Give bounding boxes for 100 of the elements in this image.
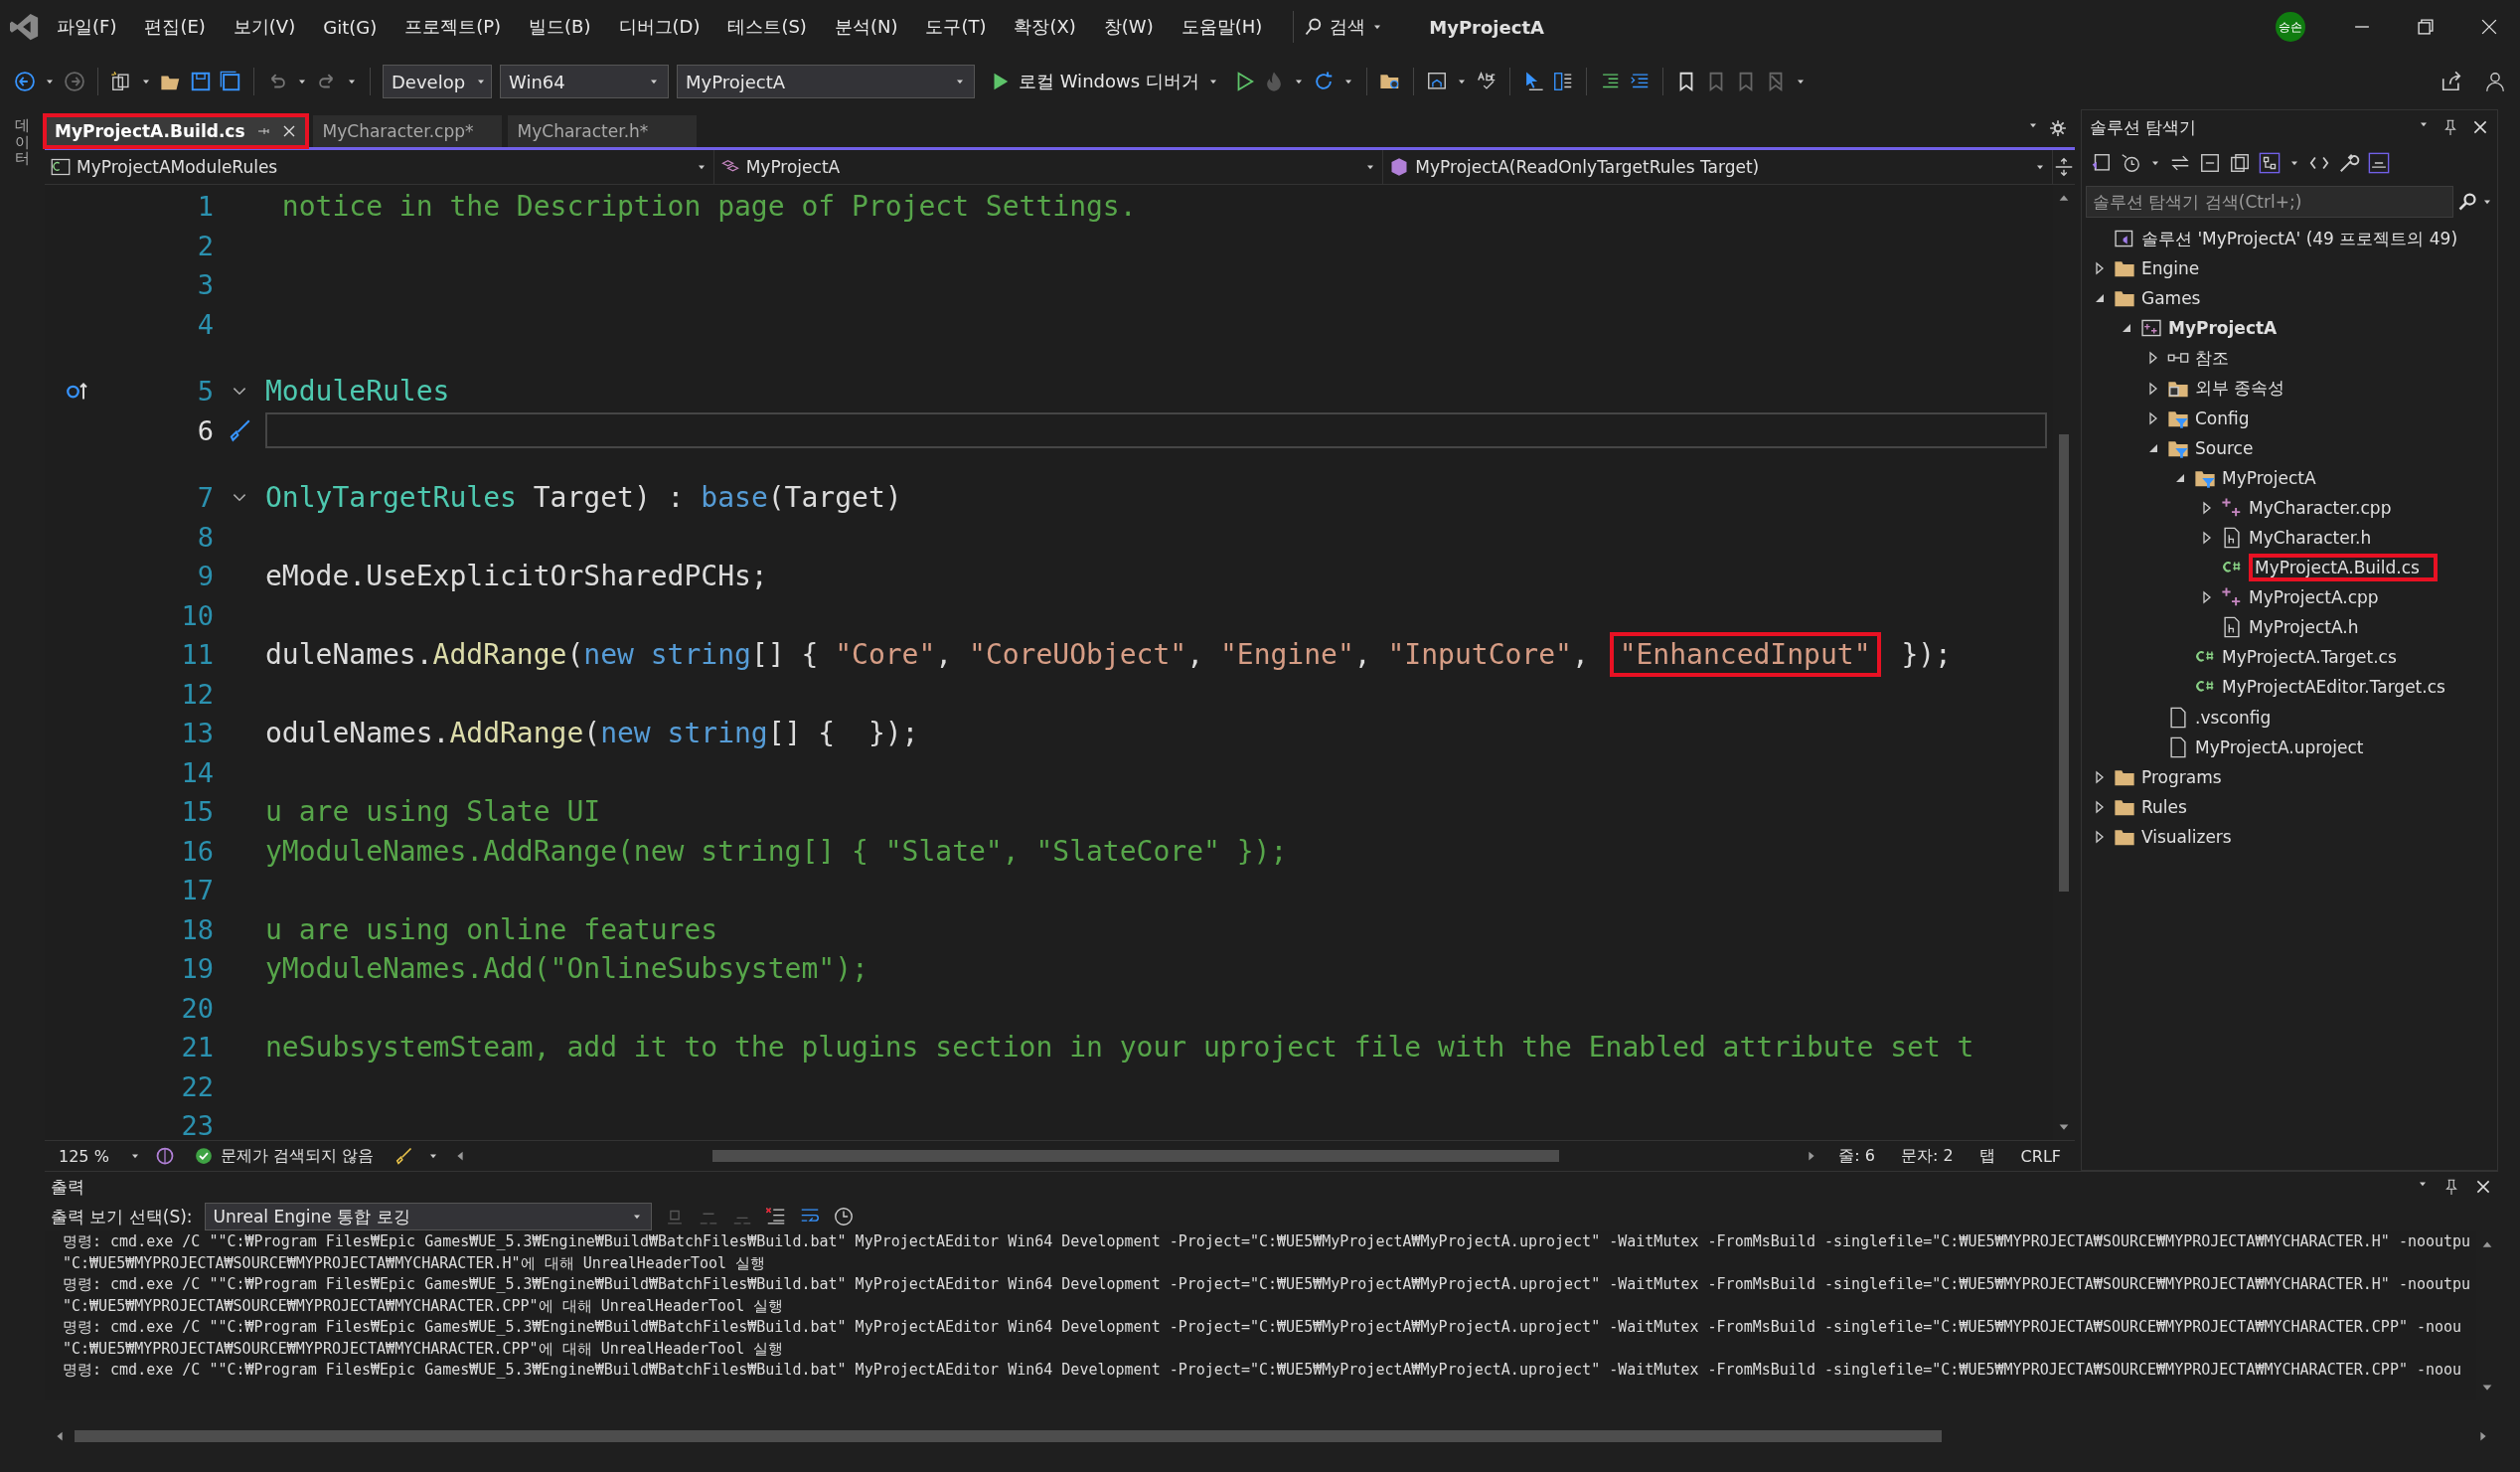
menu-item[interactable]: 창(W) <box>1092 11 1165 43</box>
brush-icon[interactable] <box>394 1146 413 1166</box>
line-number: 16 <box>180 835 214 867</box>
line-number: 11 <box>180 639 214 671</box>
navigation-dropdown[interactable]: MyProjectA(ReadOnlyTargetRules Target) <box>1383 150 2053 184</box>
preview-icon[interactable] <box>2368 152 2390 174</box>
line-number: 23 <box>180 1110 214 1142</box>
menu-item[interactable]: 테스트(S) <box>716 11 818 43</box>
restore-icon[interactable] <box>2415 16 2437 38</box>
tree-item[interactable]: MyProjectA.Build.cs <box>2249 554 2438 582</box>
run-button[interactable]: 로컬 Windows 디버거 <box>983 68 1225 95</box>
line-number: 8 <box>196 521 214 553</box>
line-number: 15 <box>180 796 214 828</box>
tree-item[interactable]: MyProjectA.h <box>2249 617 2359 638</box>
gear-icon[interactable] <box>2049 119 2067 137</box>
side-tab[interactable]: 데이터 <box>15 117 30 1472</box>
menu-item[interactable]: 빌드(B) <box>518 11 602 43</box>
menu-item[interactable]: 편집(E) <box>133 11 217 43</box>
menu-item[interactable]: 디버그(D) <box>607 11 711 43</box>
history-icon[interactable] <box>2120 152 2141 174</box>
share-icon[interactable] <box>2441 71 2462 92</box>
clock-icon[interactable] <box>832 1206 855 1227</box>
tree-item[interactable]: MyProjectA.Target.cs <box>2222 647 2397 668</box>
person-icon[interactable] <box>2484 71 2506 92</box>
forward-icon[interactable] <box>64 71 85 92</box>
file-tab[interactable]: MyCharacter.cpp* <box>312 115 502 147</box>
menu-item[interactable]: 확장(X) <box>1003 11 1087 43</box>
account-avatar[interactable]: 승손 <box>2276 12 2305 42</box>
menu-item[interactable]: Git(G) <box>312 12 389 42</box>
line-number: 2 <box>196 230 214 261</box>
indent-indicator[interactable]: 탭 <box>1972 1145 2001 1167</box>
menu-item[interactable]: 도구(T) <box>914 11 998 43</box>
close-icon[interactable] <box>2474 1178 2492 1196</box>
output-source-dropdown[interactable]: Unreal Engine 통합 로깅 <box>204 1203 652 1230</box>
tree-item[interactable]: Source <box>2195 437 2254 458</box>
pin-icon[interactable] <box>2442 1178 2460 1196</box>
vs-solution-icon[interactable] <box>2090 152 2112 174</box>
search-field[interactable]: 솔루션 탐색기 검색(Ctrl+;) <box>2086 186 2453 218</box>
pin-icon[interactable] <box>2441 118 2459 136</box>
tree-item[interactable]: 솔루션 'MyProjectA' (49 프로젝트의 49) <box>2141 227 2457 250</box>
navigation-dropdown[interactable]: MyProjectA <box>713 150 1384 184</box>
issues-status[interactable]: 문제가 검색되지 않음 <box>188 1145 380 1167</box>
menu-item[interactable]: 보기(V) <box>222 11 307 43</box>
menu-item[interactable]: 프로젝트(P) <box>394 11 513 43</box>
file-tab[interactable]: MyProjectA.Build.cs <box>45 115 307 147</box>
file-tab[interactable]: MyCharacter.h* <box>507 115 697 147</box>
column-indicator[interactable]: 문자: 2 <box>1894 1145 1960 1167</box>
scroll-thumb[interactable] <box>712 1150 1559 1162</box>
line-ending-indicator[interactable]: CRLF <box>2014 1146 2067 1166</box>
hierarchy-icon[interactable] <box>2259 152 2281 174</box>
log-line: "C:₩UE5₩MYPROJECTA₩SOURCE₩MYPROJECTA₩MYCHARACTER.CPP"에 대해 UnrealHeaderTool 실행 <box>63 1295 784 1317</box>
scroll-thumb[interactable] <box>2059 433 2069 892</box>
line-indicator[interactable]: 줄: 6 <box>1832 1145 1881 1167</box>
clear-all-icon[interactable] <box>764 1206 787 1227</box>
toolbar-dropdown[interactable]: Develop <box>383 65 492 98</box>
columns-icon[interactable] <box>1551 71 1574 92</box>
menu-item[interactable]: 분석(N) <box>823 11 909 43</box>
tree-item[interactable]: Engine <box>2141 258 2200 279</box>
tree-item[interactable]: MyCharacter.h <box>2249 528 2372 548</box>
line-number: 20 <box>180 992 214 1024</box>
menu-item[interactable]: 도움말(H) <box>1170 11 1274 43</box>
tree-item[interactable]: Rules <box>2141 796 2187 817</box>
search-button[interactable]: 검색 <box>1293 11 1394 43</box>
tree-item[interactable]: MyProjectA <box>2222 467 2316 488</box>
wrench-icon[interactable] <box>2338 152 2360 174</box>
tree-item[interactable]: MyProjectA <box>2168 318 2278 339</box>
tree-item[interactable]: .vsconfig <box>2195 707 2272 728</box>
scroll-thumb[interactable] <box>75 1430 1942 1442</box>
toolbar-dropdown[interactable]: Win64 <box>500 65 669 98</box>
tree-item[interactable]: MyProjectA.uproject <box>2195 736 2364 757</box>
save-all-icon[interactable] <box>220 71 241 92</box>
split-icon[interactable] <box>2053 156 2075 178</box>
back-icon[interactable] <box>14 71 36 92</box>
tree-item[interactable]: Games <box>2141 288 2201 309</box>
tree-item[interactable]: MyProjectAEditor.Target.cs <box>2222 677 2445 698</box>
code-line: neSubsystemSteam, add it to the plugins section in your uproject file with the Enabled attribute set t <box>265 1030 1975 1065</box>
app-logo-icon[interactable] <box>10 12 40 42</box>
menu-item[interactable]: 파일(F) <box>46 11 128 43</box>
tree-item[interactable]: 참조 <box>2195 346 2229 370</box>
line-number: 7 <box>196 482 214 514</box>
zoom-level[interactable]: 125 % <box>53 1146 115 1166</box>
window-home-icon[interactable] <box>1425 71 1448 92</box>
tree-item[interactable]: MyProjectA.cpp <box>2249 587 2379 608</box>
code-line: yModuleNames.AddRange(new string[] { "Slate", "SlateCore" }); <box>265 833 1289 870</box>
copy-icon[interactable] <box>2229 152 2251 174</box>
toolbar-dropdown[interactable]: MyProjectA <box>677 65 975 98</box>
tree-item[interactable]: 외부 종속성 <box>2195 377 2285 400</box>
close-icon[interactable] <box>2471 118 2489 136</box>
window-title: MyProjectA <box>1429 16 1544 38</box>
line-number: 22 <box>180 1070 214 1102</box>
tree-item[interactable]: Programs <box>2141 766 2222 787</box>
new-item-icon[interactable] <box>110 71 132 92</box>
tree-item[interactable]: Visualizers <box>2141 826 2232 847</box>
save-icon[interactable] <box>190 71 212 92</box>
tree-item[interactable]: MyCharacter.cpp <box>2249 497 2392 518</box>
collapse-all-icon[interactable] <box>2199 152 2221 174</box>
log-line: 명령: cmd.exe /C ""C:₩Program Files₩Epic Games₩UE_5.3₩Engine₩Build₩BatchFiles₩Build.bat" MyProjectAEditor Win64 Development -Project="C:₩UE5₩MyProjectA₩MyProjectA.uproject" -WaitMutex -FromMsBuild -singlefile="C:₩UE5₩MYPROJECTA₩SOURCE₩MYPROJECTA₩MYCHARACTER.H" -nooutpu <box>63 1231 2471 1252</box>
tree-item[interactable]: Config <box>2195 408 2250 428</box>
navigation-dropdown[interactable]: MyProjectAModuleRules <box>45 150 714 184</box>
line-number: 1 <box>196 191 214 223</box>
